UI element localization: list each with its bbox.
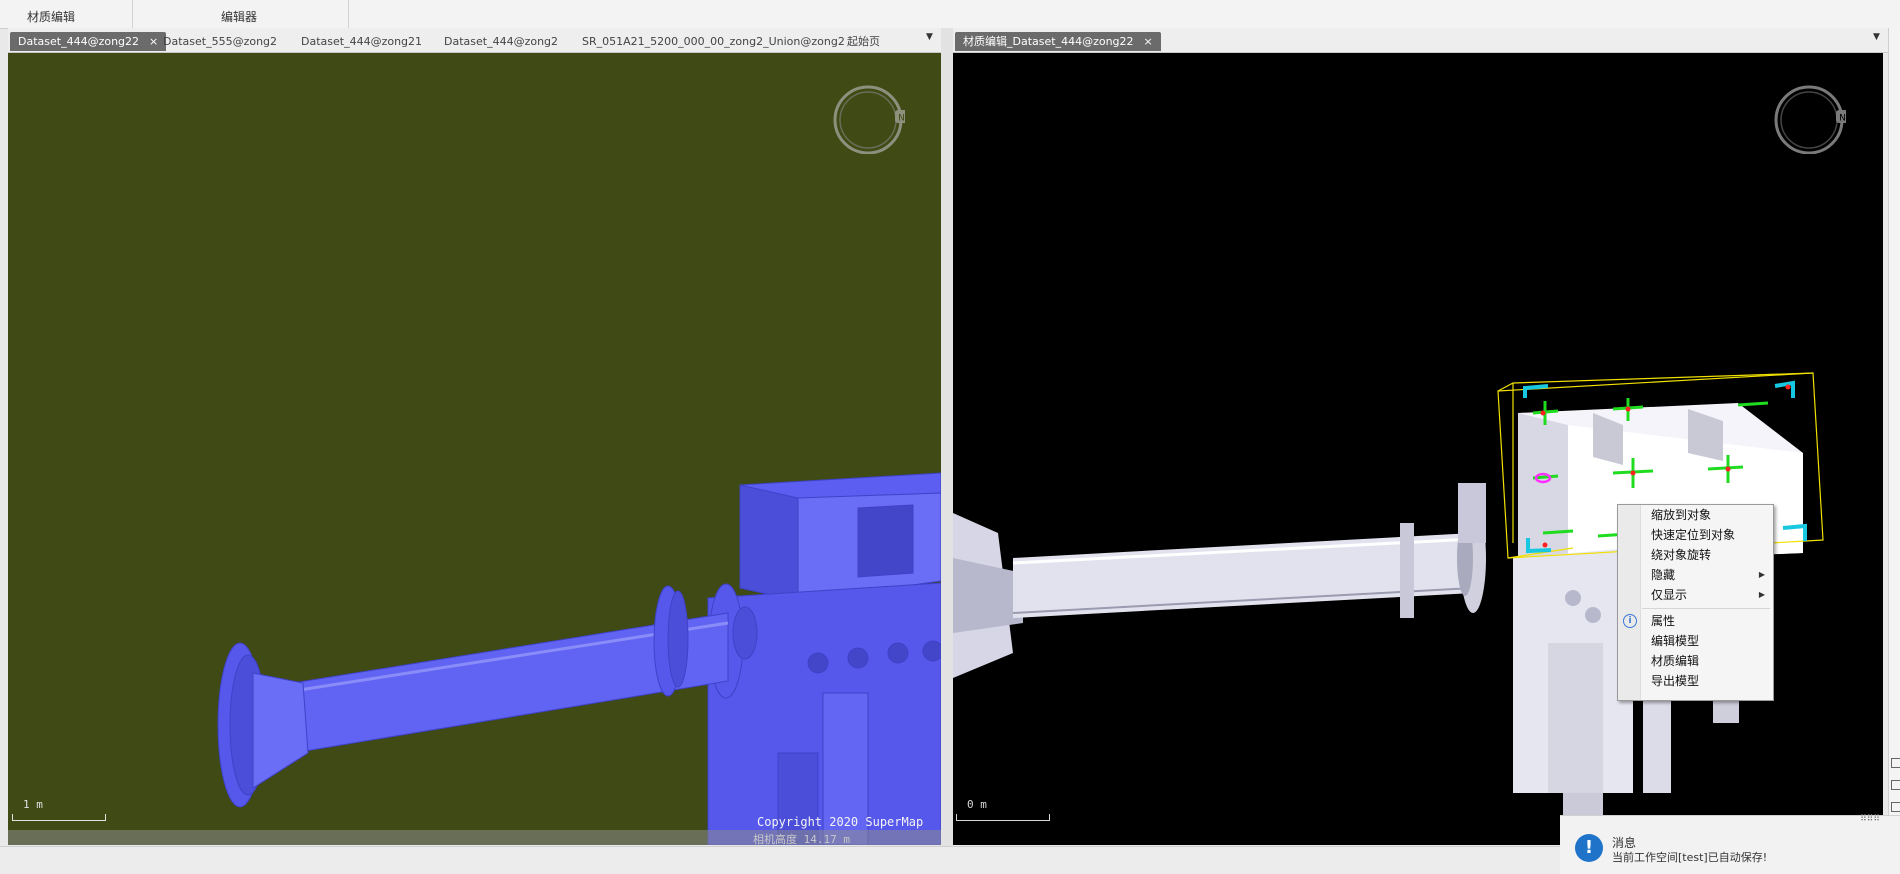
checkbox[interactable] xyxy=(1891,802,1900,812)
scale-bar xyxy=(956,814,1050,821)
tab-dataset-444-zong22[interactable]: Dataset_444@zong22 × xyxy=(10,32,167,51)
menu-item-edit-model[interactable]: 编辑模型 xyxy=(1618,631,1773,651)
compass-icon[interactable]: N xyxy=(1772,80,1849,155)
menu-item-zoom-to-object[interactable]: 缩放到对象 xyxy=(1618,505,1773,525)
scene-view-right[interactable]: N 0 m xyxy=(953,53,1883,845)
copyright-text: Copyright 2020 SuperMap xyxy=(757,815,924,829)
menu-item-hide[interactable]: 隐藏 ▶ xyxy=(1618,565,1773,585)
tab-material-edit-dataset[interactable]: 材质编辑_Dataset_444@zong22 × xyxy=(955,32,1161,51)
menu-item-material-edit[interactable]: 材质编辑 xyxy=(1618,651,1773,671)
notification-message: 当前工作空间[test]已自动保存! xyxy=(1612,851,1768,864)
ribbon-group-label: 编辑器 xyxy=(221,10,258,24)
split-divider[interactable] xyxy=(941,28,953,846)
svg-text:N: N xyxy=(1839,114,1846,124)
pipe-model-selected xyxy=(953,372,1824,845)
menu-item-orbit-object[interactable]: 绕对象旋转 xyxy=(1618,545,1773,565)
menu-item-export-model[interactable]: 导出模型 xyxy=(1618,671,1773,691)
chevron-right-icon: ▶ xyxy=(1758,570,1765,579)
exclamation-icon: ! xyxy=(1575,834,1603,862)
tab-sr-union-zong2[interactable]: SR_051A21_5200_000_00_zong2_Union@zong2 xyxy=(582,32,845,51)
grip-icon[interactable]: ⠿⠿⠿ xyxy=(1860,814,1880,824)
side-panel-edge xyxy=(1888,28,1900,846)
tab-start-page[interactable]: 起始页 xyxy=(847,32,880,51)
tab-label: 材质编辑_Dataset_444@zong22 xyxy=(963,35,1134,48)
right-tab-strip: 材质编辑_Dataset_444@zong22 × ▼ xyxy=(953,28,1888,53)
checkbox[interactable] xyxy=(1891,780,1900,790)
close-icon[interactable]: × xyxy=(149,35,158,48)
scale-label: 1 m xyxy=(23,798,43,811)
menu-item-properties[interactable]: i 属性 xyxy=(1618,611,1773,631)
tab-label: Dataset_444@zong22 xyxy=(18,35,140,48)
tab-dataset-555-zong2[interactable]: Dataset_555@zong2 xyxy=(163,32,277,51)
ribbon: 材质编辑 编辑器 xyxy=(0,0,1900,29)
menu-item-show-only[interactable]: 仅显示 ▶ xyxy=(1618,585,1773,605)
scale-bar xyxy=(12,814,106,821)
info-icon: i xyxy=(1623,614,1637,628)
notification-toast[interactable]: ⠿⠿⠿ ! 消息 当前工作空间[test]已自动保存! xyxy=(1560,814,1900,874)
status-bar xyxy=(0,846,1560,874)
svg-text:N: N xyxy=(898,114,905,124)
scene-view-left[interactable]: N 1 m Copyright 2020 SuperMap 相机高度 14.17… xyxy=(8,53,941,845)
left-tab-strip: Dataset_444@zong22 × Dataset_555@zong2 Da… xyxy=(8,28,941,53)
chevron-down-icon[interactable]: ▼ xyxy=(926,32,933,42)
close-icon[interactable]: × xyxy=(1144,35,1153,48)
ribbon-group-editor[interactable]: 编辑器 xyxy=(132,0,349,28)
tab-dataset-444-zong2[interactable]: Dataset_444@zong2 xyxy=(444,32,558,51)
chevron-right-icon: ▶ xyxy=(1758,590,1765,599)
camera-height-text: 相机高度 14.17 m xyxy=(753,833,850,845)
menu-item-quick-locate[interactable]: 快速定位到对象 xyxy=(1618,525,1773,545)
pipe-model-blue xyxy=(217,472,941,845)
menu-separator xyxy=(1642,608,1770,609)
ribbon-group-label: 材质编辑 xyxy=(27,10,76,24)
context-menu: 缩放到对象 快速定位到对象 绕对象旋转 隐藏 ▶ 仅显示 ▶ i 属性 编辑模型 材质… xyxy=(1617,504,1774,701)
compass-icon[interactable]: N xyxy=(831,80,908,155)
tab-dataset-444-zong21[interactable]: Dataset_444@zong21 xyxy=(301,32,422,51)
checkbox[interactable] xyxy=(1891,758,1900,768)
ribbon-group-material-edit[interactable]: 材质编辑 xyxy=(0,0,133,28)
scale-label: 0 m xyxy=(967,798,987,811)
chevron-down-icon[interactable]: ▼ xyxy=(1873,32,1880,42)
